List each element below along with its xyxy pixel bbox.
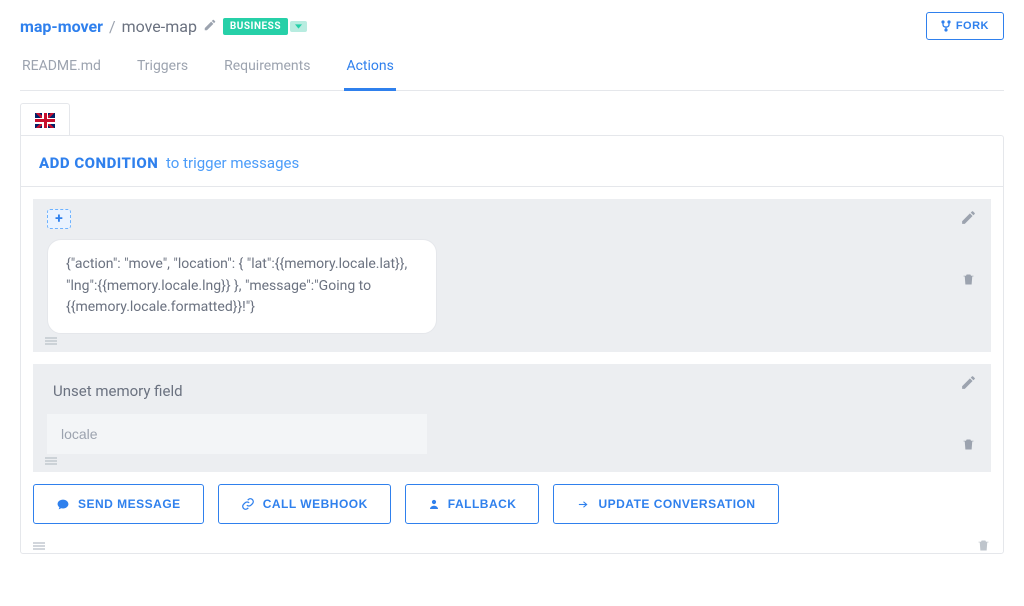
- link-icon: [241, 497, 255, 511]
- arrow-right-icon: [576, 499, 590, 510]
- chat-icon: [56, 498, 70, 511]
- condition-header: ADD CONDITION to trigger messages: [21, 136, 1003, 187]
- tab-actions[interactable]: Actions: [344, 48, 395, 91]
- flag-uk-icon: [35, 113, 55, 128]
- trash-icon[interactable]: [961, 437, 976, 452]
- breadcrumb-org[interactable]: map-mover: [20, 17, 103, 36]
- action-block-message: + {"action": "move", "location": { "lat"…: [33, 199, 991, 352]
- call-webhook-label: CALL WEBHOOK: [263, 497, 368, 511]
- drag-handle-icon[interactable]: [45, 456, 57, 466]
- tab-requirements[interactable]: Requirements: [222, 48, 312, 90]
- fallback-button[interactable]: FALLBACK: [405, 484, 540, 524]
- edit-icon[interactable]: [203, 17, 217, 36]
- tier-badge[interactable]: BUSINESS: [223, 18, 307, 35]
- condition-subtitle: to trigger messages: [166, 154, 299, 172]
- action-footer-buttons: SEND MESSAGE CALL WEBHOOK FALLBACK UPDAT…: [21, 484, 1003, 536]
- top-tabs: README.md Triggers Requirements Actions: [20, 48, 1004, 91]
- trash-icon[interactable]: [976, 538, 991, 553]
- drag-handle-icon[interactable]: [33, 541, 45, 551]
- language-tab-en[interactable]: [20, 103, 70, 135]
- update-conversation-button[interactable]: UPDATE CONVERSATION: [553, 484, 778, 524]
- drag-handle-icon[interactable]: [45, 336, 57, 346]
- block-actions: [960, 374, 977, 452]
- edit-icon[interactable]: [960, 209, 977, 226]
- send-message-button[interactable]: SEND MESSAGE: [33, 484, 204, 524]
- language-tabbar: [20, 103, 1004, 135]
- send-message-label: SEND MESSAGE: [78, 497, 181, 511]
- panel-bottom-bar: [21, 536, 1003, 553]
- call-webhook-button[interactable]: CALL WEBHOOK: [218, 484, 391, 524]
- message-bubble[interactable]: {"action": "move", "location": { "lat":{…: [47, 239, 437, 334]
- update-conversation-label: UPDATE CONVERSATION: [598, 497, 755, 511]
- caret-down-icon: [295, 24, 302, 29]
- fallback-label: FALLBACK: [448, 497, 517, 511]
- add-quick-reply-chip[interactable]: +: [47, 209, 71, 229]
- breadcrumb-project: move-map: [122, 17, 197, 36]
- block-actions: [960, 209, 977, 287]
- memory-field-input[interactable]: [47, 414, 427, 454]
- breadcrumb-separator: /: [109, 17, 116, 36]
- edit-icon[interactable]: [960, 374, 977, 391]
- tier-badge-label: BUSINESS: [223, 18, 288, 35]
- add-condition-button[interactable]: ADD CONDITION: [39, 154, 158, 172]
- unset-memory-title: Unset memory field: [47, 374, 977, 414]
- tab-readme[interactable]: README.md: [20, 48, 103, 90]
- person-icon: [428, 498, 440, 511]
- tier-badge-dropdown[interactable]: [290, 21, 307, 32]
- fork-button[interactable]: FORK: [926, 12, 1004, 40]
- action-block-unset-memory: Unset memory field: [33, 364, 991, 472]
- tab-triggers[interactable]: Triggers: [135, 48, 190, 90]
- actions-panel: ADD CONDITION to trigger messages + {"ac…: [20, 135, 1004, 554]
- page-header: map-mover / move-map BUSINESS FORK: [20, 12, 1004, 48]
- trash-icon[interactable]: [961, 272, 976, 287]
- fork-button-label: FORK: [956, 20, 989, 32]
- breadcrumb: map-mover / move-map BUSINESS: [20, 17, 307, 36]
- fork-icon: [941, 20, 951, 32]
